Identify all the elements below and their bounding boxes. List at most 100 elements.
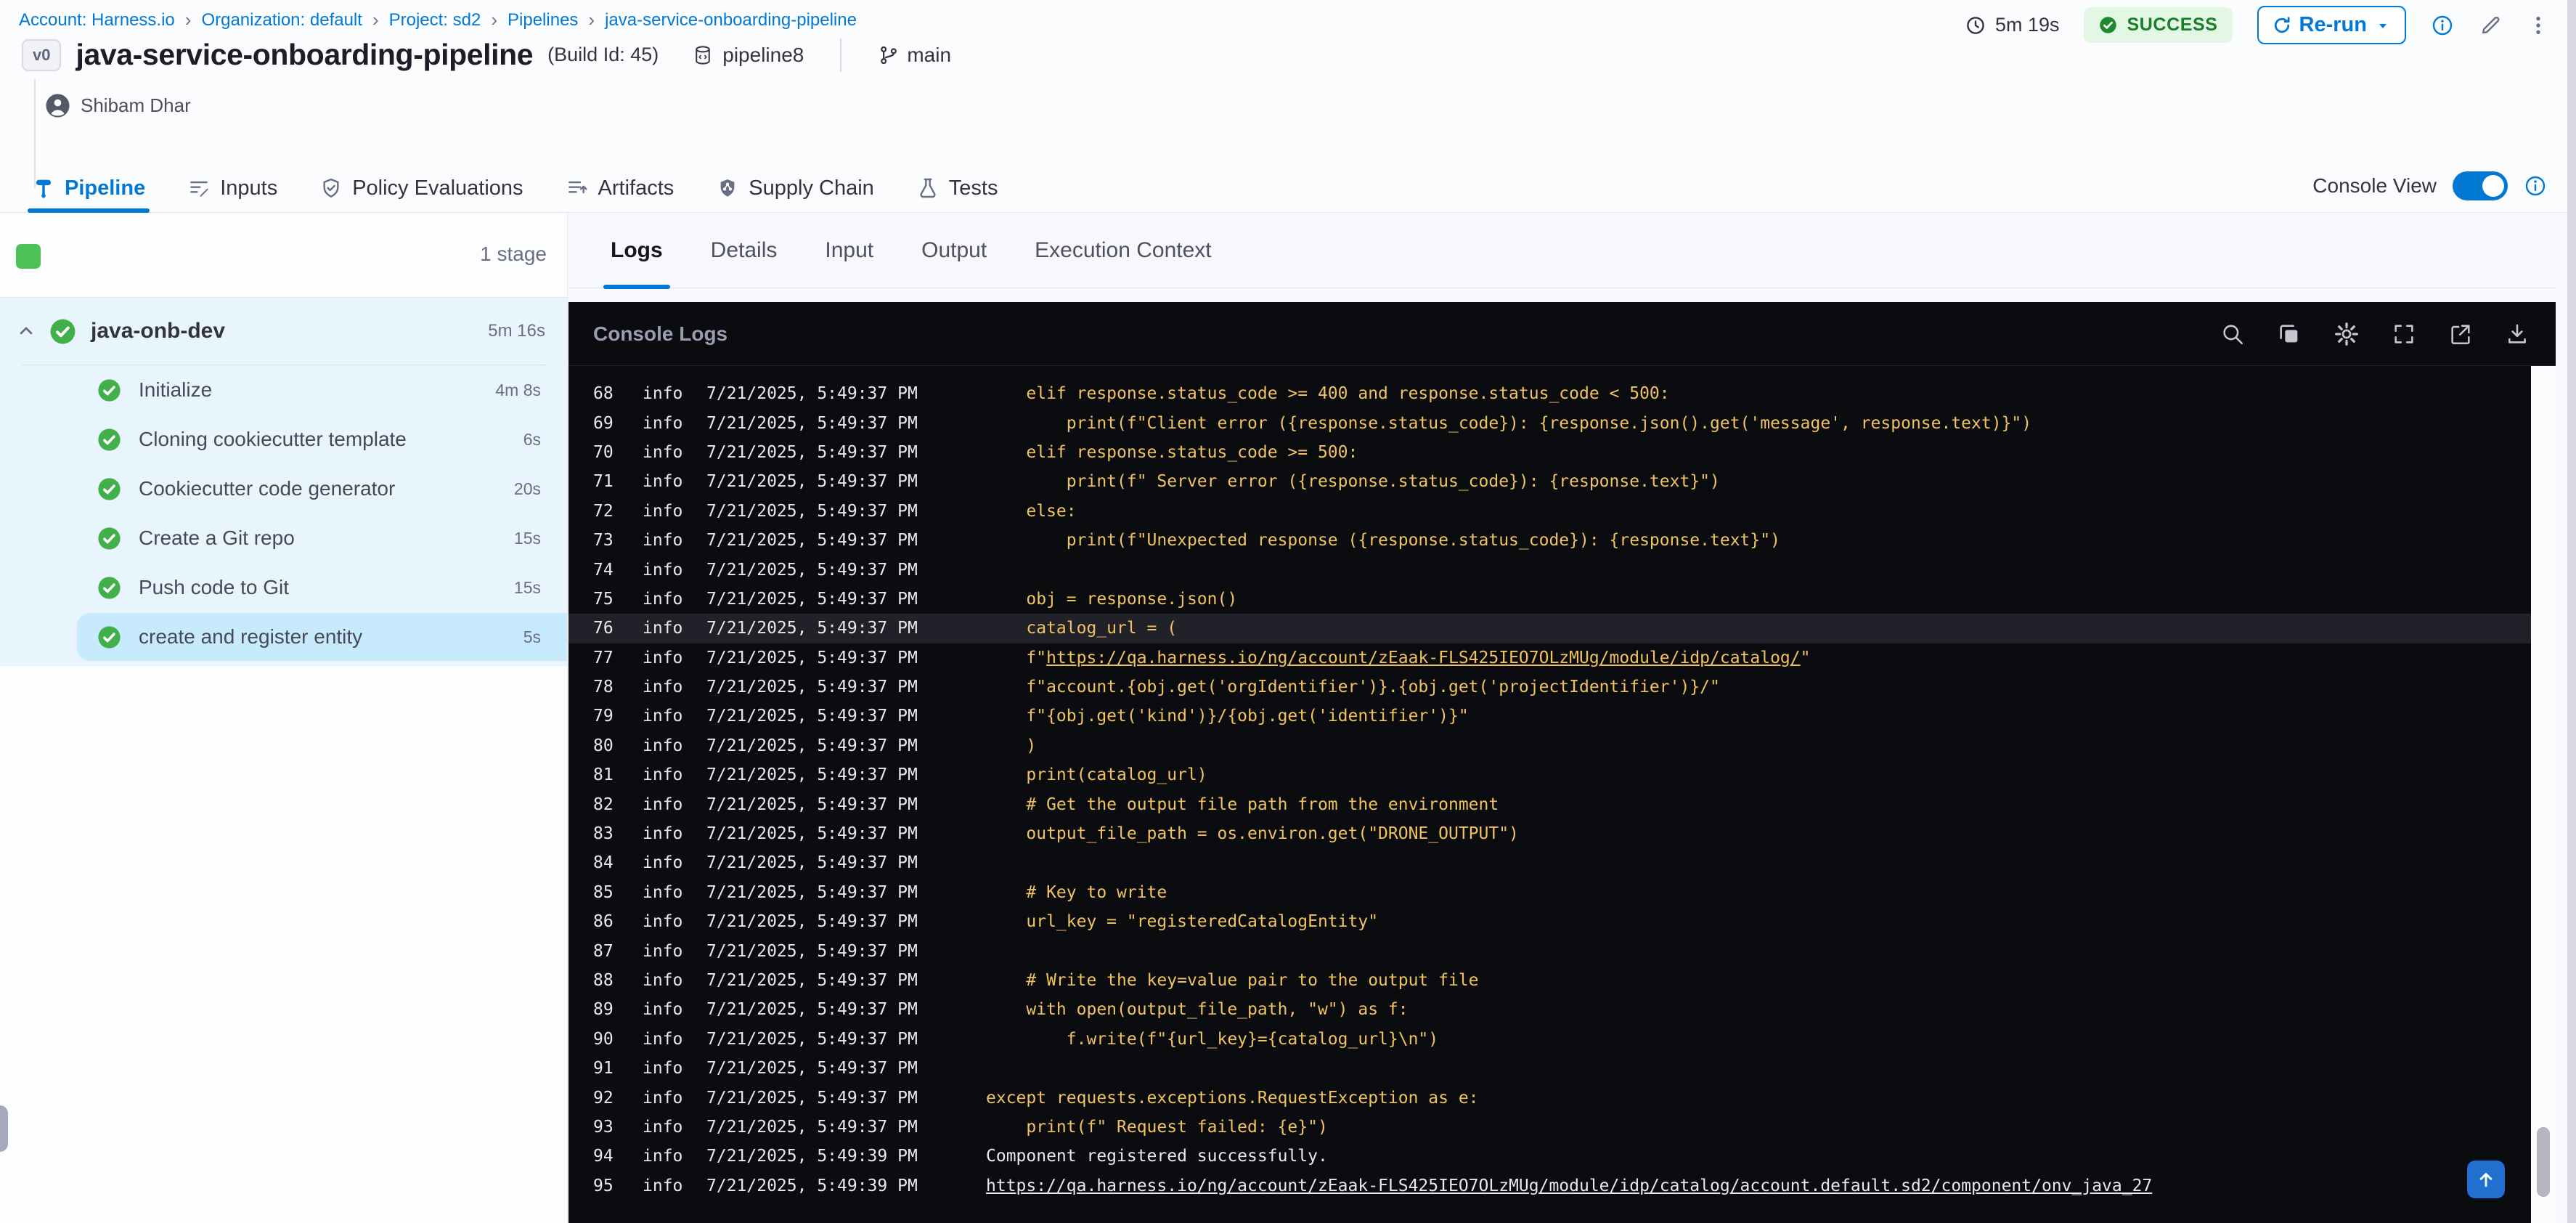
kebab-menu-icon[interactable] [2527, 14, 2550, 37]
log-text: f"https://qa.harness.io/ng/account/zEaak… [986, 648, 1811, 667]
log-timestamp: 7/21/2025, 5:49:37 PM [706, 941, 918, 961]
open-in-new-icon[interactable] [2448, 322, 2473, 346]
settings-gear-icon[interactable] [2334, 321, 2360, 347]
log-timestamp: 7/21/2025, 5:49:37 PM [706, 531, 918, 550]
rerun-button[interactable]: Re-run [2257, 6, 2406, 44]
tab-supply-chain[interactable]: Supply Chain [716, 164, 874, 212]
detail-tab-execution-context[interactable]: Execution Context [1035, 213, 1211, 288]
log-level: info [643, 648, 683, 667]
log-line-number: 78 [593, 678, 614, 697]
stage-count-label: 1 stage [480, 243, 547, 265]
log-line-number: 82 [593, 795, 614, 814]
detail-tab-logs[interactable]: Logs [603, 213, 670, 289]
info-icon[interactable] [2431, 14, 2454, 37]
breadcrumb-item-account-harness-io[interactable]: Account: Harness.io [19, 10, 175, 31]
tab-pipeline[interactable]: Pipeline [27, 164, 150, 213]
step-row-cookiecutter-code-generator[interactable]: Cookiecutter code generator 20s [0, 464, 567, 513]
log-text: print(f" Request failed: {e}") [986, 1117, 1328, 1137]
log-level: info [643, 1176, 683, 1195]
detail-tab-input[interactable]: Input [825, 213, 873, 288]
inputs-icon [187, 176, 211, 200]
log-line-number: 94 [593, 1147, 614, 1166]
pipeline-chip[interactable]: pipeline8 [692, 44, 804, 67]
log-line-94: 94 info 7/21/2025, 5:49:39 PM Component reg… [568, 1142, 2531, 1171]
branch-chip[interactable]: main [878, 44, 951, 67]
breadcrumb-item-pipelines[interactable]: Pipelines [508, 10, 578, 31]
log-line-number: 71 [593, 472, 614, 492]
log-line-number: 88 [593, 971, 614, 990]
scroll-to-top-button[interactable] [2467, 1161, 2505, 1198]
download-icon[interactable] [2505, 322, 2530, 346]
log-text: # Write the key=value pair to the output… [986, 971, 1479, 990]
console-view-info-icon[interactable] [2524, 174, 2547, 198]
log-timestamp: 7/21/2025, 5:49:39 PM [706, 1147, 918, 1166]
stage-status-square [16, 244, 41, 269]
console-logs-panel: Console Logs 68 info 7/21/2025, 5:49:37 PM… [568, 302, 2556, 1223]
step-success-icon [97, 625, 121, 649]
left-panel-handle[interactable] [0, 1105, 8, 1152]
stage-name: java-onb-dev [91, 319, 226, 343]
log-line-number: 87 [593, 941, 614, 961]
execution-sidebar: 1 stage java-onb-dev 5m 16s Initialize 4m… [0, 214, 568, 1223]
log-line-72: 72 info 7/21/2025, 5:49:37 PM else: [568, 497, 2531, 526]
log-line-number: 92 [593, 1088, 614, 1108]
detail-tab-details[interactable]: Details [711, 213, 778, 288]
step-row-initialize[interactable]: Initialize 4m 8s [0, 365, 567, 415]
log-level: info [643, 736, 683, 755]
copy-icon[interactable] [2277, 322, 2302, 346]
triggered-by: Shibam Dhar [45, 93, 191, 118]
log-link[interactable]: https://qa.harness.io/ng/account/zEaak-F… [1046, 649, 1801, 667]
log-line-number: 93 [593, 1117, 614, 1137]
log-scrollbar[interactable] [2531, 366, 2556, 1223]
log-level: info [643, 560, 683, 580]
tab-label: Artifacts [598, 176, 674, 200]
log-link[interactable]: https://qa.harness.io/ng/account/zEaak-F… [986, 1177, 2152, 1195]
tab-label: Supply Chain [749, 176, 874, 200]
step-duration: 4m 8s [495, 380, 541, 399]
log-line-number: 86 [593, 912, 614, 932]
console-view-toggle[interactable] [2453, 171, 2508, 200]
step-row-cloning-cookiecutter-template[interactable]: Cloning cookiecutter template 6s [0, 415, 567, 464]
log-text: Component registered successfully. [986, 1147, 1328, 1166]
tab-policy-evaluations[interactable]: Policy Evaluations [319, 164, 523, 212]
step-row-create-a-git-repo[interactable]: Create a Git repo 15s [0, 513, 567, 563]
breadcrumb-item-java-service-onboarding-pipeline[interactable]: java-service-onboarding-pipeline [605, 10, 857, 31]
log-line-number: 95 [593, 1176, 614, 1195]
git-branch-icon [878, 44, 900, 66]
log-line-number: 77 [593, 648, 614, 667]
log-timestamp: 7/21/2025, 5:49:37 PM [706, 648, 918, 667]
log-line-number: 83 [593, 824, 614, 844]
log-text: f"{obj.get('kind')}/{obj.get('identifier… [986, 707, 1469, 726]
chevron-up-icon[interactable] [16, 321, 36, 341]
step-row-push-code-to-git[interactable]: Push code to Git 15s [0, 563, 567, 612]
step-duration: 5s [523, 627, 541, 646]
tab-inputs[interactable]: Inputs [187, 164, 277, 212]
breadcrumb-item-organization-default[interactable]: Organization: default [201, 10, 362, 31]
breadcrumb: Account: Harness.io › Organization: defaul… [19, 9, 857, 31]
log-line-number: 72 [593, 501, 614, 521]
arrow-up-icon [2475, 1169, 2497, 1190]
log-timestamp: 7/21/2025, 5:49:37 PM [706, 413, 918, 433]
pipeline-icon [32, 176, 55, 200]
page-scrollbar[interactable] [2567, 0, 2576, 1223]
step-row-create-and-register-entity[interactable]: create and register entity 5s [0, 612, 567, 662]
log-level: info [643, 1088, 683, 1108]
log-line-74: 74 info 7/21/2025, 5:49:37 PM [568, 555, 2531, 584]
edit-pencil-icon[interactable] [2479, 14, 2502, 37]
pipeline-cylinder-icon [692, 44, 714, 66]
detail-tab-output[interactable]: Output [921, 213, 987, 288]
stage-row-java-onb-dev[interactable]: java-onb-dev 5m 16s [0, 298, 567, 365]
log-scrollbar-thumb[interactable] [2537, 1127, 2550, 1197]
tab-label: Tests [948, 176, 998, 200]
log-timestamp: 7/21/2025, 5:49:37 PM [706, 1117, 918, 1137]
step-success-icon [97, 477, 121, 501]
tab-artifacts[interactable]: Artifacts [566, 164, 674, 212]
console-view-label: Console View [2312, 174, 2437, 197]
search-icon[interactable] [2220, 322, 2245, 346]
tab-tests[interactable]: Tests [916, 164, 998, 212]
log-level: info [643, 912, 683, 932]
log-level: info [643, 1117, 683, 1137]
fullscreen-icon[interactable] [2392, 322, 2416, 346]
breadcrumb-item-project-sd2[interactable]: Project: sd2 [389, 10, 481, 31]
breadcrumb-separator: › [491, 9, 498, 31]
